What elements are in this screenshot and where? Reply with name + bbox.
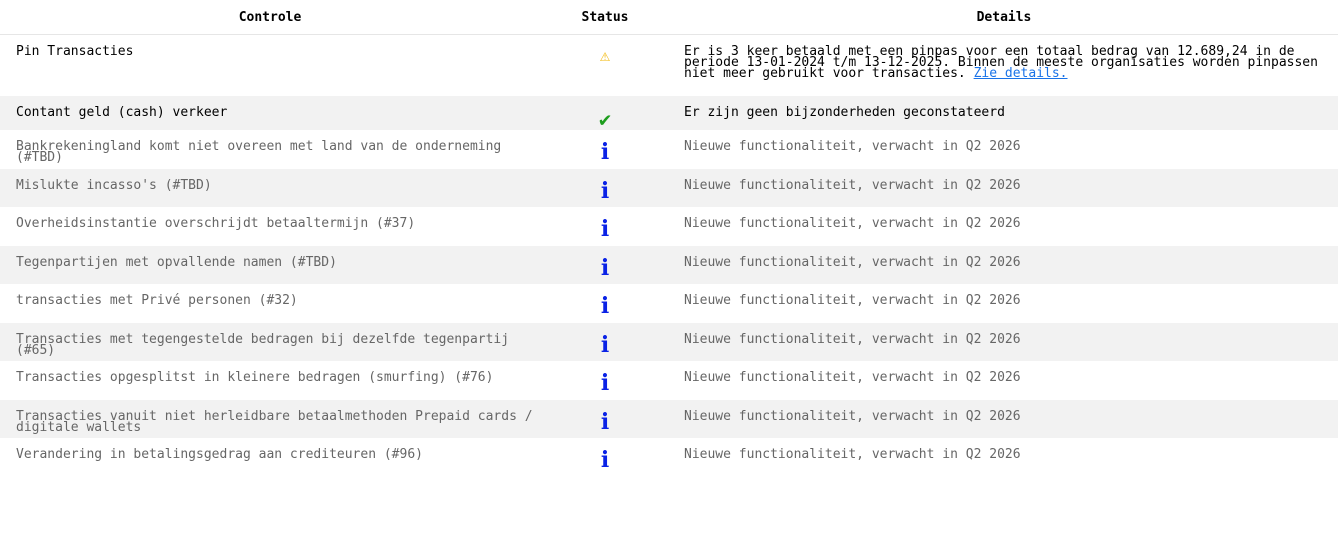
info-icon: i bbox=[600, 331, 610, 358]
details-cell: Nieuwe functionaliteit, verwacht in Q2 2… bbox=[684, 447, 1021, 462]
status-cell: i bbox=[540, 323, 670, 362]
column-header-details: Details bbox=[670, 0, 1338, 35]
details-cell: Nieuwe functionaliteit, verwacht in Q2 2… bbox=[684, 139, 1021, 154]
details-cell: Nieuwe functionaliteit, verwacht in Q2 2… bbox=[684, 293, 1021, 308]
details-cell: Nieuwe functionaliteit, verwacht in Q2 2… bbox=[684, 331, 1021, 347]
controle-cell: Overheidsinstantie overschrijdt betaalte… bbox=[16, 216, 416, 231]
column-header-status: Status bbox=[540, 0, 670, 35]
table-row: Transacties met tegengestelde bedragen b… bbox=[0, 322, 1338, 362]
details-cell: Nieuwe functionaliteit, verwacht in Q2 2… bbox=[684, 216, 1021, 231]
table-row: Bankrekeningland komt niet overeen met l… bbox=[0, 130, 1338, 169]
status-cell: ⚠ bbox=[540, 35, 670, 96]
info-icon: i bbox=[600, 408, 610, 435]
table-row: Tegenpartijen met opvallende namen (#TBD… bbox=[0, 245, 1338, 285]
status-cell: i bbox=[540, 400, 670, 439]
controle-cell: transacties met Privé personen (#32) bbox=[16, 293, 298, 308]
status-cell: i bbox=[540, 130, 670, 169]
status-cell: i bbox=[540, 207, 670, 246]
table-row: transacties met Privé personen (#32) i N… bbox=[0, 284, 1338, 323]
warning-icon: ⚠ bbox=[599, 46, 611, 66]
status-cell: i bbox=[540, 169, 670, 208]
details-cell: Er is 3 keer betaald met een pinpas voor… bbox=[670, 35, 1338, 96]
table-row: Transacties opgesplitst in kleinere bedr… bbox=[0, 361, 1338, 400]
table-row: Overheidsinstantie overschrijdt betaalte… bbox=[0, 207, 1338, 246]
column-header-controle: Controle bbox=[0, 0, 540, 35]
status-cell: i bbox=[540, 438, 670, 477]
details-cell: Er zijn geen bijzonderheden geconstateer… bbox=[684, 104, 1005, 120]
controle-cell: Transacties vanuit niet herleidbare beta… bbox=[16, 408, 533, 435]
status-cell: i bbox=[540, 284, 670, 323]
status-cell: ✔ bbox=[540, 96, 670, 131]
info-icon: i bbox=[600, 447, 610, 473]
status-cell: i bbox=[540, 361, 670, 400]
controle-cell: Mislukte incasso's (#TBD) bbox=[16, 177, 212, 193]
info-icon: i bbox=[600, 177, 610, 204]
info-icon: i bbox=[600, 370, 610, 396]
controle-cell: Bankrekeningland komt niet overeen met l… bbox=[16, 139, 502, 165]
controle-cell: Contant geld (cash) verkeer bbox=[16, 104, 228, 120]
table-header-row: Controle Status Details bbox=[0, 0, 1338, 35]
details-cell: Nieuwe functionaliteit, verwacht in Q2 2… bbox=[684, 408, 1021, 424]
controle-cell: Tegenpartijen met opvallende namen (#TBD… bbox=[16, 254, 337, 270]
details-link[interactable]: Zie details. bbox=[974, 66, 1068, 81]
info-icon: i bbox=[600, 139, 610, 165]
check-icon: ✔ bbox=[598, 106, 612, 131]
info-icon: i bbox=[600, 254, 610, 281]
table-row: Verandering in betalingsgedrag aan credi… bbox=[0, 438, 1338, 477]
table-row: Pin Transacties ⚠ Er is 3 keer betaald m… bbox=[0, 35, 1338, 96]
table-row: Mislukte incasso's (#TBD) i Nieuwe funct… bbox=[0, 168, 1338, 208]
controls-table: Controle Status Details Pin Transacties … bbox=[0, 0, 1338, 477]
info-icon: i bbox=[600, 293, 610, 319]
controle-cell: Transacties opgesplitst in kleinere bedr… bbox=[16, 370, 494, 385]
details-cell: Nieuwe functionaliteit, verwacht in Q2 2… bbox=[684, 177, 1021, 193]
controle-cell: Transacties met tegengestelde bedragen b… bbox=[16, 331, 510, 358]
controle-cell: Pin Transacties bbox=[16, 44, 134, 59]
table-row: Transacties vanuit niet herleidbare beta… bbox=[0, 399, 1338, 439]
table-row: Contant geld (cash) verkeer ✔ Er zijn ge… bbox=[0, 95, 1338, 131]
info-icon: i bbox=[600, 216, 610, 242]
details-cell: Nieuwe functionaliteit, verwacht in Q2 2… bbox=[684, 254, 1021, 270]
status-cell: i bbox=[540, 246, 670, 285]
details-cell: Nieuwe functionaliteit, verwacht in Q2 2… bbox=[684, 370, 1021, 385]
controle-cell: Verandering in betalingsgedrag aan credi… bbox=[16, 447, 423, 462]
